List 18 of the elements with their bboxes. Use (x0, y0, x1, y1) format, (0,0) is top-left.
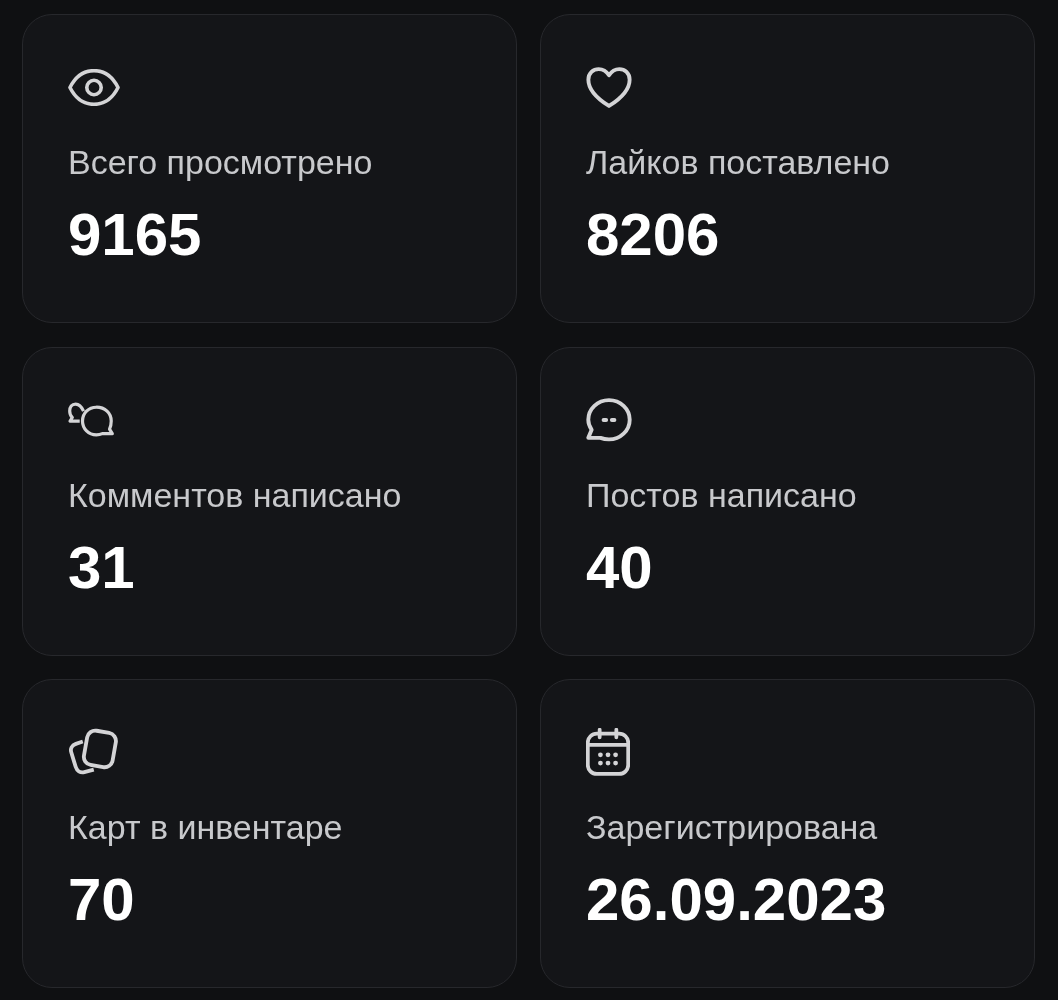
stat-value: 70 (68, 865, 135, 935)
calendar-icon (586, 728, 630, 776)
stat-value: 9165 (68, 200, 202, 270)
stat-value: 40 (586, 532, 653, 603)
stat-label: Лайков поставлено (586, 142, 891, 182)
stat-value: 26.09.2023 (586, 865, 887, 935)
speech-bubbles-icon (68, 401, 114, 438)
stat-value: 8206 (586, 200, 720, 270)
heart-icon (586, 66, 632, 108)
stat-label: Карт в инвентаре (68, 807, 343, 847)
stat-value: 31 (68, 532, 135, 603)
stat-label: Комментов написано (68, 474, 402, 515)
stacked-cards-icon (68, 728, 118, 776)
stat-label: Зарегистрирована (586, 807, 878, 847)
chat-bubble-icon (586, 397, 632, 442)
eye-icon (68, 68, 120, 106)
stat-label: Всего просмотрено (68, 142, 373, 182)
stat-label: Постов написано (586, 474, 857, 515)
